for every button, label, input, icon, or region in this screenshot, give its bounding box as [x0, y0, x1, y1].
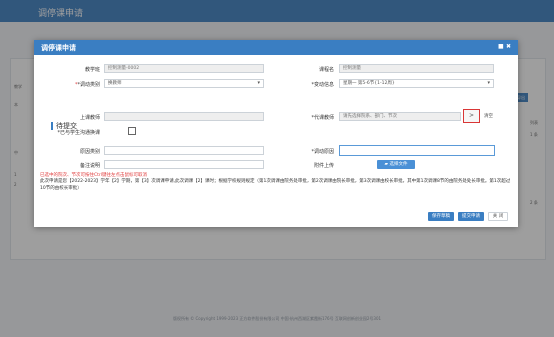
close-button[interactable]: 关 闭: [488, 212, 508, 221]
course-name-field: 控制测量: [339, 64, 494, 73]
teacher-picker-button[interactable]: >: [463, 109, 480, 123]
teacher-field: [104, 112, 264, 121]
sub-teacher-label: *代课教师: [311, 115, 334, 121]
notice-text: 此次申请是您【2022-2023】学年【2】学期，第【3】次调课申请,此次调课【…: [40, 179, 511, 191]
course-name-label: 课程名: [318, 67, 334, 73]
maximize-icon[interactable]: ■: [498, 43, 504, 50]
teacher-label: 上课教师: [79, 115, 100, 121]
attachment-label: 附件上传: [313, 163, 334, 169]
original-type-field[interactable]: [104, 146, 264, 155]
modal-dialog: 调停课申请 ■ ✖ 教学班 控制测量-0002 课程名 控制测量 **调动类别 …: [34, 40, 518, 227]
change-type-select[interactable]: 换教师: [104, 79, 264, 88]
teaching-class-field: 控制测量-0002: [104, 64, 264, 73]
original-type-label: 原因类别: [79, 149, 100, 155]
change-info-select[interactable]: 星期一 第5-6节{1-12周}: [339, 79, 494, 88]
reason-field[interactable]: [339, 145, 495, 156]
change-type-label: **调动类别: [74, 82, 100, 88]
modal-header: 调停课申请 ■ ✖: [34, 40, 518, 55]
remark-label: 备注说明: [79, 163, 100, 169]
change-info-label: *变动信息: [311, 82, 334, 88]
clear-link[interactable]: 清空: [484, 113, 493, 119]
remark-field[interactable]: [104, 160, 264, 169]
close-icon[interactable]: ✖: [506, 43, 511, 50]
modal-title: 调停课申请: [41, 44, 76, 52]
notice: 已选中的院次、节次可按住Ctrl键往左点击鼠标可取消 此次申请是您【2022-2…: [40, 172, 512, 192]
save-draft-button[interactable]: 保存草稿: [428, 212, 454, 221]
sub-teacher-input[interactable]: [339, 112, 461, 121]
notified-checkbox[interactable]: [128, 127, 136, 135]
notified-label: *已与学生沟通换课: [57, 130, 100, 136]
submit-button[interactable]: 提交申请: [458, 212, 484, 221]
teaching-class-label: 教学班: [84, 67, 100, 73]
upload-file-button[interactable]: ▰ 选择文件: [377, 160, 415, 169]
reason-label: *调动原因: [311, 149, 334, 155]
